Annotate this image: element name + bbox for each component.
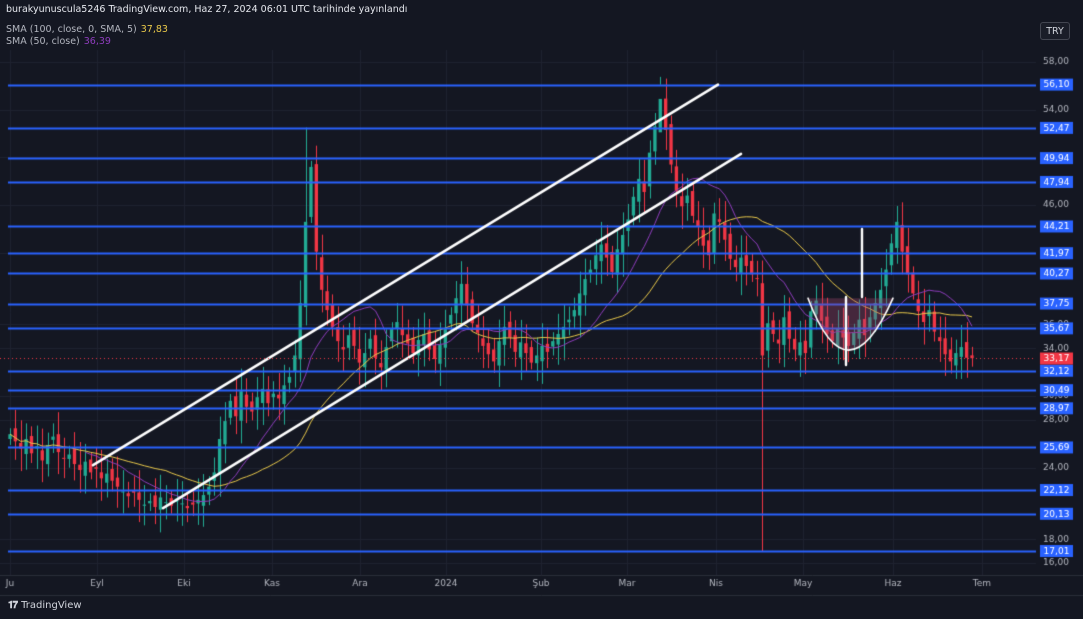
sma50-label: SMA (50, close) — [6, 36, 80, 47]
price-chart[interactable] — [0, 0, 1083, 619]
sma50-legend[interactable]: SMA (50, close) 36,39 — [6, 36, 111, 47]
sma100-legend[interactable]: SMA (100, close, 0, SMA, 5) 37,83 — [6, 24, 168, 35]
tradingview-icon: 𝟏𝟕 — [8, 600, 18, 611]
sma50-value: 36,39 — [83, 36, 111, 47]
chart-title: burakyunuscula5246 TradingView.com, Haz … — [6, 4, 408, 15]
brand-label: TradingView — [21, 600, 82, 611]
sma100-label: SMA (100, close, 0, SMA, 5) — [6, 24, 137, 35]
sma100-value: 37,83 — [140, 24, 168, 35]
tradingview-logo[interactable]: 𝟏𝟕 TradingView — [8, 600, 82, 611]
currency-button[interactable]: TRY — [1040, 22, 1070, 40]
